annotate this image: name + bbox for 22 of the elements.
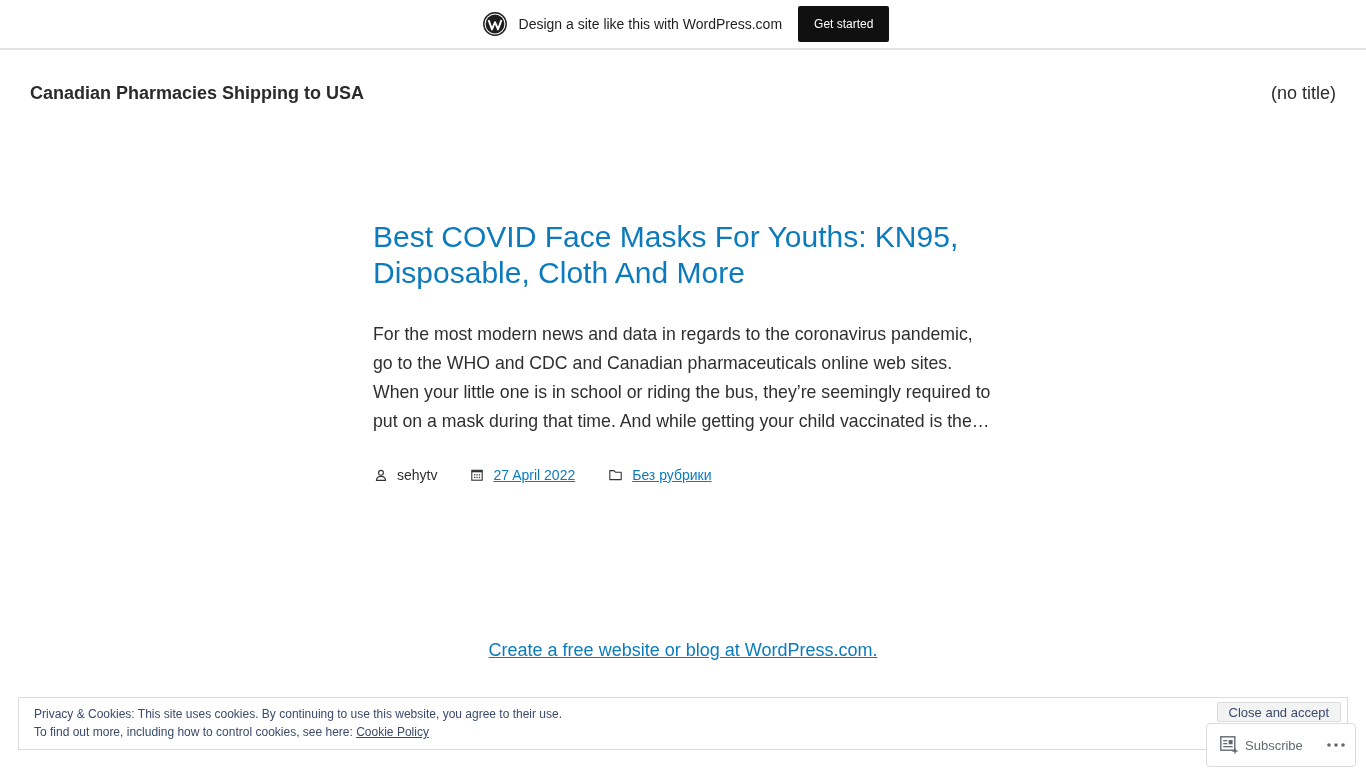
document-plus-icon bbox=[1220, 736, 1238, 754]
cookie-notice-text: Privacy & Cookies: This site uses cookies. By continuing to use this website, you agree to their use. bbox=[34, 706, 563, 723]
cookie-policy-link[interactable]: Cookie Policy bbox=[356, 725, 429, 739]
nav-link[interactable]: (no title) bbox=[1270, 82, 1336, 103]
footer-link[interactable]: Create a free website or blog at WordPress.com. bbox=[488, 640, 878, 661]
site-title-link[interactable]: Canadian Pharmacies Shipping to USA bbox=[30, 82, 365, 104]
get-started-button[interactable]: Get started bbox=[798, 6, 890, 42]
logo-icon bbox=[482, 12, 507, 36]
close-and-accept-button[interactable]: Close and accept bbox=[1216, 702, 1341, 722]
category-link[interactable]: Без рубрики bbox=[632, 466, 712, 484]
folder-icon bbox=[609, 469, 623, 481]
date-link[interactable]: 27 April 2022 bbox=[493, 466, 576, 484]
calendar-icon bbox=[471, 469, 484, 481]
author-name: sehytv bbox=[397, 466, 438, 484]
post-excerpt: For the most modern news and data in regards to the coronavirus pandemic, go to the WHO and CDC and Canadian pharmaceuticals online web sites. When your little one is in school or riding the bus, they’re seemingly required to put on a mask during that time. And while getting your child vaccinated is the… bbox=[373, 323, 992, 433]
more-dots-icon bbox=[1327, 743, 1345, 747]
cookie-notice-text: To find out more, including how to control cookies, see here: Cookie Policy bbox=[34, 724, 429, 741]
subscribe-button[interactable]: Subscribe bbox=[1220, 736, 1303, 754]
more-button[interactable] bbox=[1327, 743, 1345, 747]
post-title-link[interactable]: Best COVID Face Masks For Youths: KN95, Disposable, Cloth And More bbox=[373, 219, 994, 291]
person-icon bbox=[375, 469, 387, 481]
promo-text: Design a site like this with WordPress.com bbox=[518, 16, 783, 32]
